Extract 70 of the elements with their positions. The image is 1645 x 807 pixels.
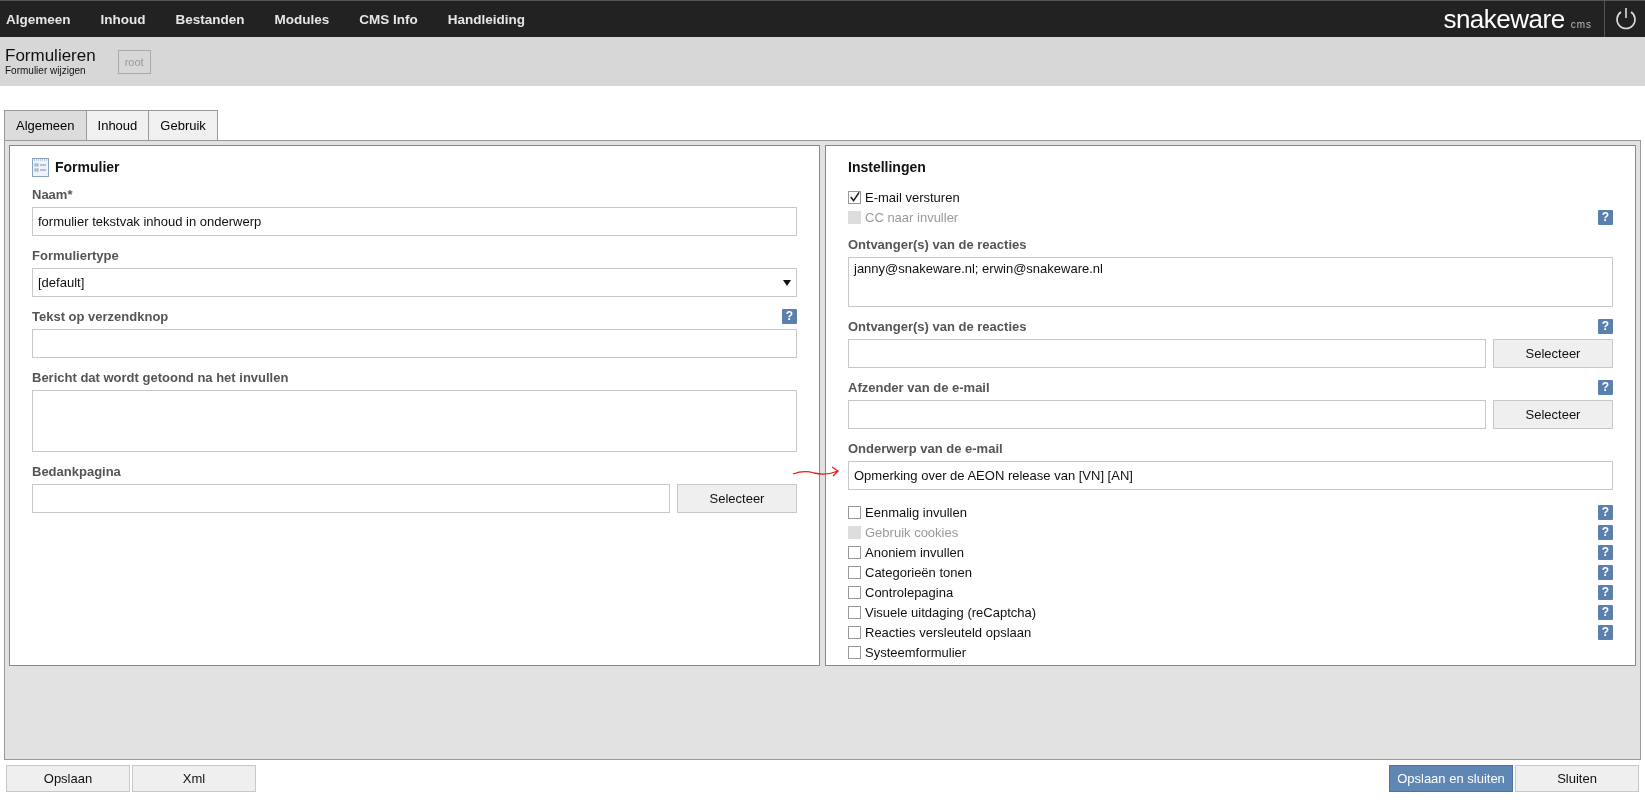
checkbox-label: Categorieën tonen: [865, 564, 972, 580]
field-label: Ontvanger(s) van de reacties: [848, 319, 1027, 334]
checkbox-label: Gebruik cookies: [865, 524, 959, 540]
panel-title: Instellingen: [848, 159, 926, 175]
nav-item[interactable]: Handleiding: [447, 11, 526, 27]
logo: snakeware: [1443, 3, 1565, 35]
help-icon[interactable]: ?: [1598, 604, 1613, 620]
panel-title: Formulier: [55, 159, 120, 175]
help-icon[interactable]: ?: [1598, 504, 1613, 520]
checkbox[interactable]: [848, 505, 861, 519]
text-field[interactable]: [32, 329, 797, 358]
field-label: Bericht dat wordt getoond na het invullen: [32, 370, 289, 385]
tab[interactable]: Inhoud: [85, 110, 150, 140]
footer-button[interactable]: Xml: [132, 765, 256, 792]
checkbox-label: Controlepagina: [865, 584, 954, 600]
help-icon[interactable]: ?: [1598, 584, 1613, 600]
checkbox[interactable]: [848, 545, 861, 559]
text-field[interactable]: formulier tekstvak inhoud in onderwerp: [32, 207, 797, 236]
checkbox-label: Visuele uitdaging (reCaptcha): [865, 604, 1037, 620]
field-label: Onderwerp van de e-mail: [848, 441, 1003, 456]
help-icon[interactable]: ?: [782, 309, 797, 324]
nav-item[interactable]: Inhoud: [100, 11, 146, 27]
text-area[interactable]: [32, 390, 797, 452]
field-label: Tekst op verzendknop: [32, 309, 169, 324]
checkbox-label: Reacties versleuteld opslaan: [865, 624, 1032, 640]
help-icon[interactable]: ?: [1598, 380, 1613, 395]
nav-item[interactable]: Bestanden: [175, 11, 245, 27]
nav-item[interactable]: Algemeen: [6, 11, 71, 27]
checkbox-label: Anoniem invullen: [865, 544, 964, 560]
footer-button[interactable]: Opslaan en sluiten: [1389, 765, 1513, 792]
footer-button[interactable]: Opslaan: [6, 765, 130, 792]
help-icon[interactable]: ?: [1598, 319, 1613, 334]
help-icon[interactable]: ?: [1598, 624, 1613, 640]
text-field[interactable]: [32, 484, 670, 513]
checkbox-label: Eenmalig invullen: [865, 504, 967, 520]
checkbox[interactable]: [848, 585, 861, 599]
power-icon[interactable]: [1615, 7, 1637, 31]
form-icon: [32, 157, 50, 177]
text-field[interactable]: Opmerking over de AEON release van [VN] [AN]: [848, 461, 1613, 490]
help-icon[interactable]: ?: [1598, 564, 1613, 580]
caret-icon: [783, 279, 791, 286]
select-button[interactable]: Selecteer: [677, 484, 797, 513]
field-label: Bedankpagina: [32, 464, 121, 479]
checkbox[interactable]: [848, 645, 861, 659]
tab[interactable]: Algemeen: [4, 110, 87, 140]
text-field[interactable]: [848, 400, 1486, 429]
text-field[interactable]: [848, 339, 1486, 368]
checkbox[interactable]: [848, 605, 861, 619]
logo-suffix: cms: [1570, 18, 1592, 30]
field-label: Naam*: [32, 187, 73, 202]
text-area[interactable]: janny@snakeware.nl; erwin@snakeware.nl: [848, 257, 1613, 307]
field-label: Formuliertype: [32, 248, 119, 263]
field-label: Ontvanger(s) van de reacties: [848, 237, 1027, 252]
page-subtitle: Formulier wijzigen: [5, 65, 87, 76]
page-title: Formulieren: [5, 47, 96, 65]
nav-item[interactable]: CMS Info: [359, 11, 418, 27]
field-label: Afzender van de e-mail: [848, 380, 990, 395]
select-button[interactable]: Selecteer: [1493, 339, 1613, 368]
checkbox-label: E-mail versturen: [865, 189, 960, 205]
checkbox-label: Systeemformulier: [865, 644, 967, 660]
checkbox[interactable]: [848, 625, 861, 639]
checkbox[interactable]: [848, 190, 861, 204]
help-icon[interactable]: ?: [1598, 544, 1613, 560]
select-button[interactable]: Selecteer: [1493, 400, 1613, 429]
checkbox-label: CC naar invuller: [865, 209, 959, 225]
select-field[interactable]: [default]: [32, 268, 797, 297]
footer-button[interactable]: Sluiten: [1515, 765, 1639, 792]
checkbox[interactable]: [848, 565, 861, 579]
tab[interactable]: Gebruik: [148, 110, 218, 140]
nav-item[interactable]: Modules: [274, 11, 330, 27]
